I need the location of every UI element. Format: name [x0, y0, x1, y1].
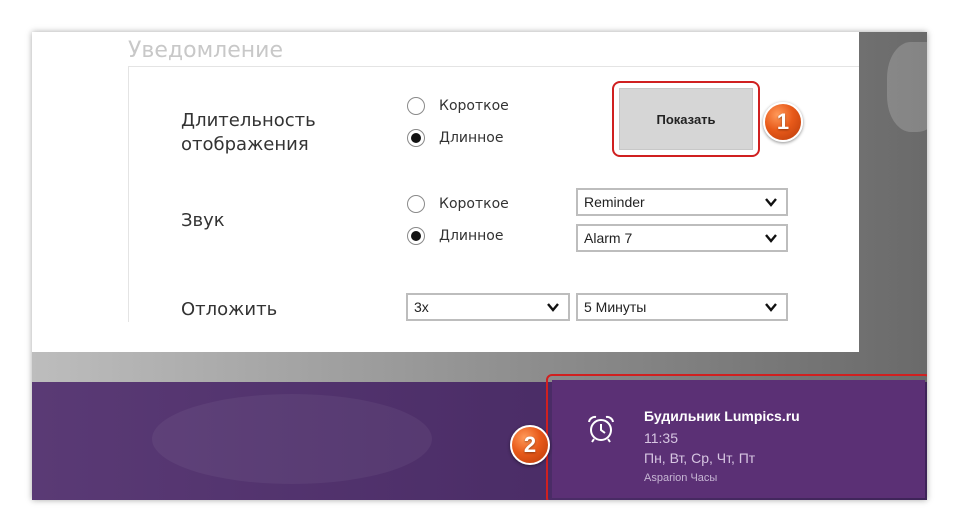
duration-label: Длительность отображения — [181, 110, 316, 155]
app-window: Уведомление Длительность отображения Кор… — [32, 32, 927, 500]
snooze-label: Отложить — [181, 299, 278, 320]
step-badge-2: 2 — [510, 425, 550, 465]
settings-panel: Уведомление Длительность отображения Кор… — [32, 32, 859, 352]
toast-notification[interactable]: Будильник Lumpics.ru 11:35 Пн, Вт, Ср, Ч… — [552, 380, 925, 498]
toast-time: 11:35 — [644, 430, 678, 446]
chevron-down-icon — [765, 303, 777, 312]
toast-app-name: Asparion Часы — [644, 472, 718, 484]
highlight-frame: Будильник Lumpics.ru 11:35 Пн, Вт, Ср, Ч… — [546, 374, 927, 500]
alarm-clock-icon — [588, 415, 614, 443]
chevron-down-icon — [765, 198, 777, 207]
section-divider — [128, 66, 859, 67]
sound-option-short[interactable]: Короткое — [407, 193, 509, 215]
duration-option-long[interactable]: Длинное — [407, 127, 503, 149]
section-title: Уведомление — [128, 38, 283, 63]
snooze-interval-select[interactable]: 5 Минуты — [576, 293, 788, 321]
show-button[interactable]: Показать — [619, 88, 753, 150]
background-decoration — [887, 42, 927, 132]
duration-option-short[interactable]: Короткое — [407, 95, 509, 117]
highlight-frame: Показать — [612, 81, 760, 157]
toast-title: Будильник Lumpics.ru — [644, 408, 800, 424]
snooze-count-select[interactable]: 3x — [406, 293, 570, 321]
radio-button[interactable] — [407, 97, 425, 115]
step-badge-1: 1 — [763, 102, 803, 142]
radio-button-checked[interactable] — [407, 227, 425, 245]
radio-button[interactable] — [407, 195, 425, 213]
background-decoration — [152, 394, 432, 484]
sound-option-long[interactable]: Длинное — [407, 225, 503, 247]
radio-button-checked[interactable] — [407, 129, 425, 147]
section-divider — [128, 66, 129, 322]
sound-label: Звук — [181, 210, 225, 231]
chevron-down-icon — [765, 234, 777, 243]
long-sound-select[interactable]: Alarm 7 — [576, 224, 788, 252]
short-sound-select[interactable]: Reminder — [576, 188, 788, 216]
toast-days: Пн, Вт, Ср, Чт, Пт — [644, 450, 756, 466]
chevron-down-icon — [547, 303, 559, 312]
